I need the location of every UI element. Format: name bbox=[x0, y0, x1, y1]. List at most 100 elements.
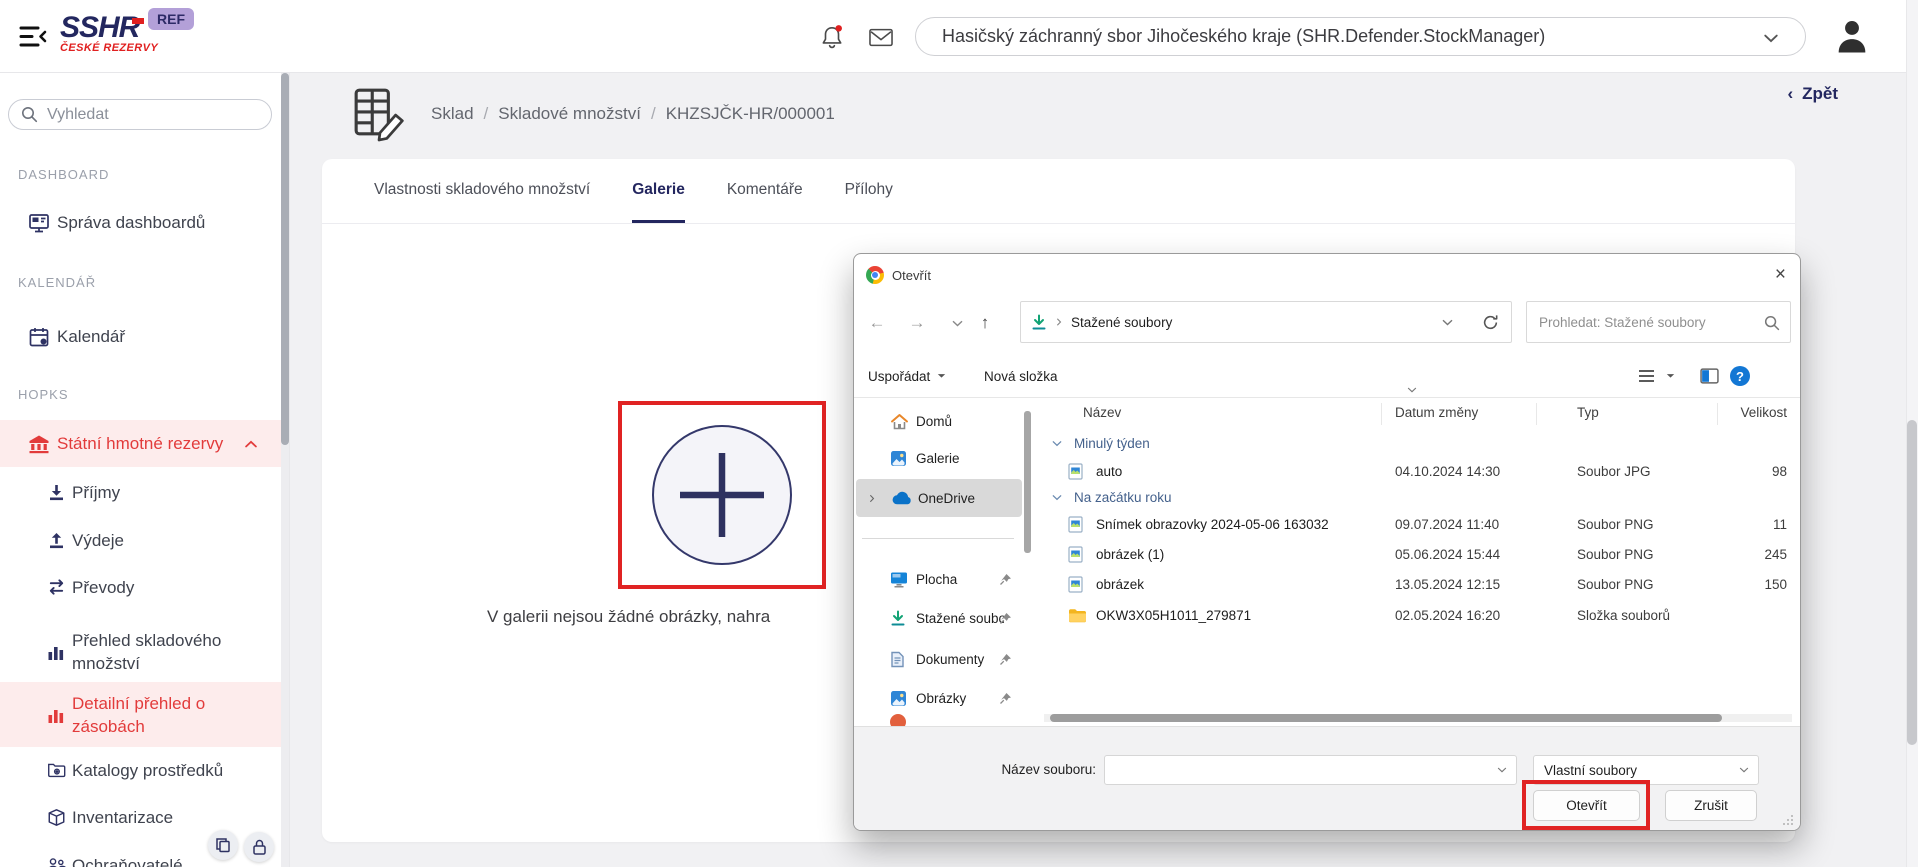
dialog-search-input[interactable] bbox=[1527, 315, 1752, 330]
close-icon[interactable]: × bbox=[1775, 264, 1786, 286]
sidebar-search[interactable] bbox=[8, 99, 272, 130]
sidebar: DASHBOARD Správa dashboardů KALENDÁŘ Kal… bbox=[0, 73, 290, 867]
tab-galerie[interactable]: Galerie bbox=[632, 159, 685, 223]
preview-pane-icon[interactable] bbox=[1700, 363, 1719, 389]
help-icon[interactable]: ? bbox=[1730, 366, 1750, 386]
column-header-name[interactable]: Název bbox=[1083, 405, 1121, 420]
place-desktop[interactable]: Plocha bbox=[854, 562, 1022, 596]
column-divider[interactable] bbox=[1381, 403, 1382, 425]
place-label: Galerie bbox=[916, 451, 960, 466]
place-documents[interactable]: Dokumenty bbox=[854, 642, 1022, 676]
file-date: 04.10.2024 14:30 bbox=[1395, 464, 1500, 479]
view-mode-icon[interactable] bbox=[1638, 363, 1655, 389]
sidebar-item-prijmy[interactable]: Příjmy bbox=[0, 468, 290, 516]
new-folder-button[interactable]: Nová složka bbox=[984, 363, 1058, 389]
organization-selector[interactable]: Hasičský záchranný sbor Jihočeského kraj… bbox=[915, 17, 1806, 56]
chevron-down-icon[interactable] bbox=[1497, 767, 1507, 773]
organize-button[interactable]: Uspořádat bbox=[868, 363, 946, 389]
column-header-date[interactable]: Datum změny bbox=[1395, 405, 1478, 420]
nav-forward-icon[interactable]: → bbox=[902, 310, 932, 336]
tab-prilohy[interactable]: Přílohy bbox=[845, 159, 893, 223]
sidebar-item-statni-hmotne-rezervy[interactable]: Státní hmotné rezervy bbox=[0, 420, 290, 467]
add-image-button[interactable] bbox=[652, 425, 792, 565]
ref-badge: REF bbox=[148, 8, 194, 30]
breadcrumb-sklad[interactable]: Sklad bbox=[431, 104, 474, 123]
organize-label: Uspořádat bbox=[868, 369, 930, 384]
file-row[interactable]: auto 04.10.2024 14:30 Soubor JPG 98 bbox=[1044, 457, 1792, 485]
sidebar-item-kalendar[interactable]: Kalendář bbox=[0, 313, 290, 361]
sidebar-item-label: Státní hmotné rezervy bbox=[57, 434, 223, 454]
search-input[interactable] bbox=[47, 106, 247, 124]
menu-collapse-icon[interactable] bbox=[18, 24, 48, 49]
search-icon bbox=[21, 106, 38, 123]
cancel-button[interactable]: Zrušit bbox=[1665, 790, 1757, 821]
sidebar-scrollbar-thumb[interactable] bbox=[281, 73, 289, 445]
page-scrollbar-thumb[interactable] bbox=[1907, 420, 1917, 745]
place-home[interactable]: Domů bbox=[854, 404, 1022, 438]
places-scrollbar-thumb[interactable] bbox=[1024, 411, 1031, 553]
place-downloads[interactable]: Stažené soubory bbox=[854, 601, 1022, 635]
group-label: Minulý týden bbox=[1074, 436, 1150, 451]
copy-button[interactable] bbox=[208, 830, 238, 860]
places-divider bbox=[862, 538, 1014, 539]
open-button[interactable]: Otevřít bbox=[1533, 790, 1640, 821]
download-icon bbox=[47, 483, 66, 502]
place-label: OneDrive bbox=[918, 491, 975, 506]
file-type: Soubor PNG bbox=[1577, 547, 1654, 562]
expand-chevron-icon[interactable] bbox=[868, 493, 876, 504]
dialog-footer: Název souboru: Vlastní soubory Otevřít Z… bbox=[854, 726, 1800, 831]
refresh-icon[interactable] bbox=[1482, 314, 1499, 331]
address-bar[interactable]: Stažené soubory bbox=[1020, 301, 1512, 343]
address-dropdown-chevron-icon[interactable] bbox=[1442, 319, 1453, 326]
file-row[interactable]: obrázek 13.05.2024 12:15 Soubor PNG 150 bbox=[1044, 570, 1792, 598]
nav-back-icon[interactable]: ← bbox=[862, 310, 892, 336]
back-button[interactable]: ‹Zpět bbox=[1787, 84, 1838, 104]
notifications-bell-icon[interactable] bbox=[820, 24, 844, 50]
column-header-type[interactable]: Typ bbox=[1577, 405, 1599, 420]
column-header-size[interactable]: Velikost bbox=[1684, 405, 1787, 420]
chevron-right-icon bbox=[1055, 317, 1063, 327]
desktop-icon bbox=[890, 571, 908, 588]
tab-vlastnosti[interactable]: Vlastnosti skladového množství bbox=[374, 159, 590, 223]
column-divider[interactable] bbox=[1717, 403, 1718, 425]
sidebar-item-prehled-skladoveho[interactable]: Přehled skladového množství bbox=[0, 619, 290, 685]
resize-grip-icon[interactable] bbox=[1782, 814, 1794, 826]
folder-row[interactable]: OKW3X05H1011_279871 02.05.2024 16:20 Slo… bbox=[1044, 601, 1792, 629]
mail-icon[interactable] bbox=[868, 27, 894, 48]
sidebar-item-inventarizace[interactable]: Inventarizace bbox=[0, 793, 290, 841]
tab-komentare[interactable]: Komentáře bbox=[727, 159, 803, 223]
sidebar-item-katalogy[interactable]: Katalogy prostředků bbox=[0, 746, 290, 794]
section-hopks: HOPKS bbox=[18, 387, 69, 402]
avatar[interactable] bbox=[1836, 18, 1868, 55]
file-row[interactable]: obrázek (1) 05.06.2024 15:44 Soubor PNG … bbox=[1044, 540, 1792, 568]
sidebar-item-sprava-dashboardu[interactable]: Správa dashboardů bbox=[0, 199, 290, 247]
place-pictures[interactable]: Obrázky bbox=[854, 681, 1022, 715]
sidebar-scrollbar[interactable] bbox=[281, 73, 289, 867]
sidebar-item-vydeje[interactable]: Výdeje bbox=[0, 516, 290, 564]
nav-up-icon[interactable]: ↑ bbox=[970, 310, 1000, 336]
group-header-minuly-tyden[interactable]: Minulý týden bbox=[1044, 431, 1792, 455]
filename-combo[interactable] bbox=[1104, 755, 1517, 785]
onedrive-cloud-icon bbox=[892, 491, 913, 505]
place-gallery[interactable]: Galerie bbox=[854, 441, 1022, 475]
sidebar-item-detailni-prehled[interactable]: Detailní přehled o zásobách bbox=[0, 682, 290, 747]
file-row[interactable]: Snímek obrazovky 2024-05-06 163032 09.07… bbox=[1044, 510, 1792, 538]
horizontal-scrollbar-thumb[interactable] bbox=[1050, 714, 1722, 722]
dialog-title: Otevřít bbox=[892, 268, 931, 283]
image-file-icon bbox=[1068, 516, 1083, 533]
nav-history-chevron-icon[interactable] bbox=[942, 310, 972, 336]
horizontal-scrollbar[interactable] bbox=[1044, 714, 1792, 722]
filename-input[interactable] bbox=[1105, 763, 1454, 778]
place-onedrive[interactable]: OneDrive bbox=[856, 479, 1022, 517]
sidebar-item-prevody[interactable]: Převody bbox=[0, 563, 290, 611]
sort-direction-icon[interactable] bbox=[1407, 387, 1417, 393]
group-header-na-zacatku-roku[interactable]: Na začátku roku bbox=[1044, 485, 1792, 509]
dialog-search-box[interactable] bbox=[1526, 301, 1791, 343]
page-scrollbar[interactable] bbox=[1906, 0, 1918, 867]
breadcrumb-skladove-mnozstvi[interactable]: Skladové množství bbox=[498, 104, 641, 123]
lock-button[interactable] bbox=[244, 832, 274, 862]
upload-icon bbox=[47, 531, 66, 550]
column-divider[interactable] bbox=[1536, 403, 1537, 425]
view-mode-chevron-icon[interactable] bbox=[1666, 363, 1675, 389]
image-file-icon bbox=[1068, 546, 1083, 563]
